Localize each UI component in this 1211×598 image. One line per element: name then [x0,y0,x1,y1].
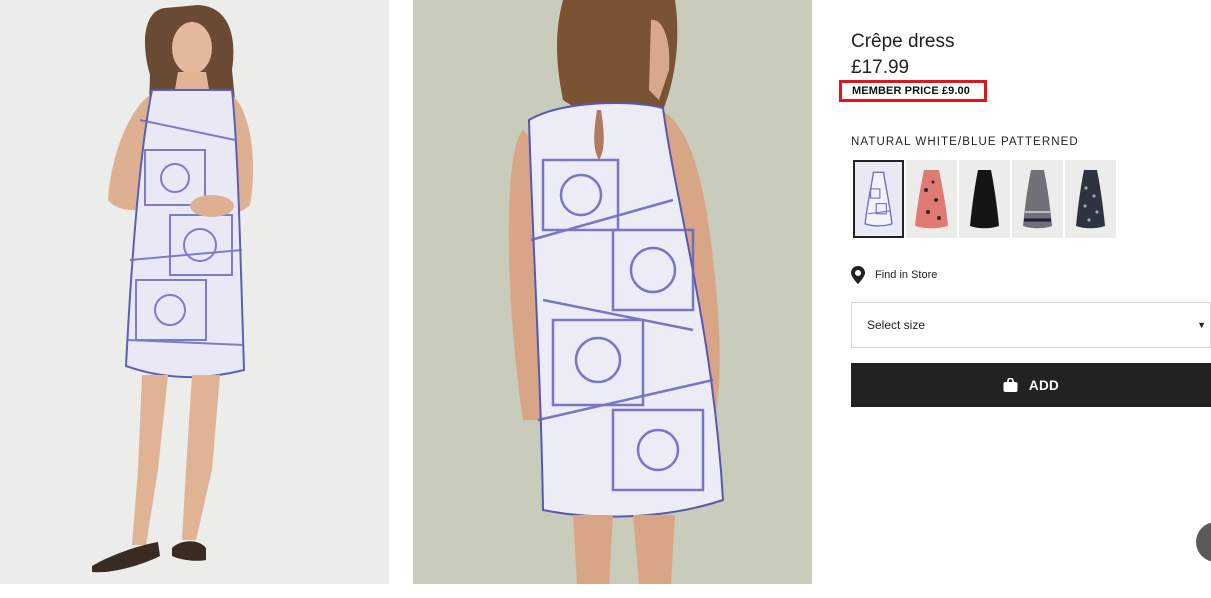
product-photo-back[interactable] [413,0,812,584]
swatch-grey-striped[interactable] [1012,160,1063,238]
dress-swatch-dark-floral-icon [1065,160,1116,238]
find-in-store-link[interactable]: Find in Store [851,266,937,284]
swatch-pink-patterned[interactable] [906,160,957,238]
size-select-label: Select size [867,318,926,332]
dress-swatch-black-icon [959,160,1010,238]
dress-swatch-grey-striped-icon [1012,160,1063,238]
model-back-illustration [413,0,812,584]
dress-swatch-blue-patterned-icon [855,163,902,235]
color-swatch-list [853,160,1123,238]
model-front-illustration [0,0,389,584]
shopping-bag-icon [1003,378,1018,392]
dress-swatch-pink-patterned-icon [906,160,957,238]
member-price-highlighted: MEMBER PRICE £9.00 [839,80,987,102]
swatch-black[interactable] [959,160,1010,238]
swatch-blue-patterned[interactable] [853,160,904,238]
swatch-dark-floral[interactable] [1065,160,1116,238]
product-photo-front[interactable] [0,0,389,584]
page-bottom-strip [0,584,1211,598]
find-in-store-label: Find in Store [875,269,938,281]
product-details-panel: Crêpe dress £17.99 MEMBER PRICE £9.00 NA… [839,0,1211,598]
caret-down-icon: ▼ [1197,320,1206,330]
size-select-dropdown[interactable]: Select size ▼ [851,302,1211,348]
selected-color-name: NATURAL WHITE/BLUE PATTERNED [851,136,1079,148]
map-pin-icon [851,266,865,284]
add-button-label: ADD [1028,377,1060,393]
add-to-bag-button[interactable]: ADD [851,363,1211,407]
product-price: £17.99 [851,57,910,78]
product-title: Crêpe dress [851,31,955,52]
